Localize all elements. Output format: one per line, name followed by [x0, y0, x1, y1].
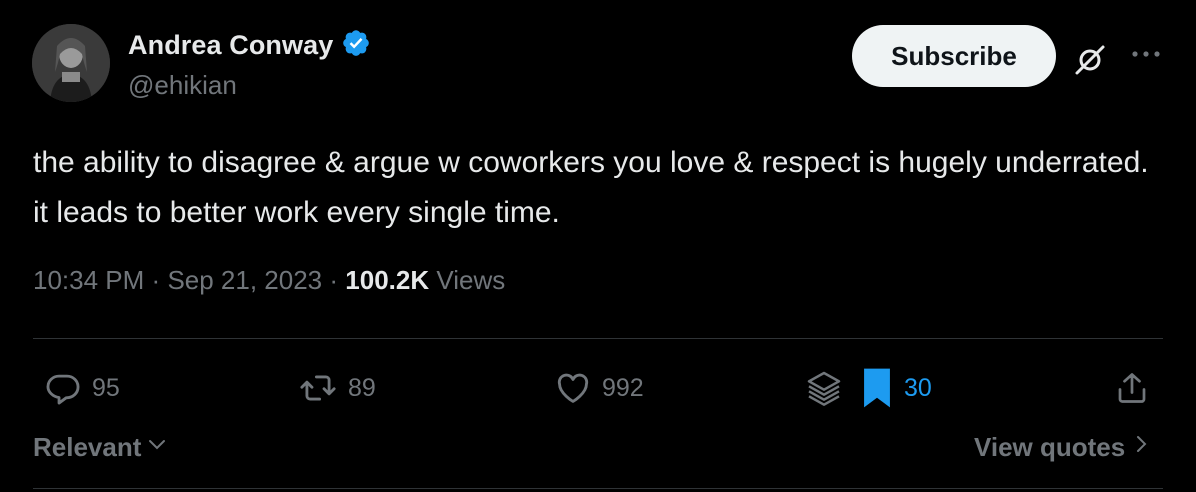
divider	[33, 338, 1163, 339]
chevron-right-icon	[1133, 432, 1151, 463]
author-handle[interactable]: @ehikian	[128, 70, 237, 101]
tweet-time[interactable]: 10:34 PM	[33, 265, 144, 296]
views-label: Views	[436, 265, 506, 295]
layers-icon	[804, 368, 844, 408]
more-icon[interactable]	[1128, 42, 1164, 66]
meta-separator-dot: ·	[151, 265, 161, 295]
view-quotes-label: View quotes	[974, 432, 1126, 462]
share-button[interactable]	[1114, 364, 1150, 412]
reply-button[interactable]: 95	[44, 364, 120, 412]
meta-separator	[338, 265, 345, 296]
repost-icon	[298, 369, 338, 407]
author-name[interactable]: Andrea Conway	[128, 30, 333, 61]
reply-count: 95	[92, 373, 120, 402]
tweet-meta: 10:34 PM · Sep 21, 2023 · 100.2K Views	[33, 265, 505, 296]
repost-count: 89	[348, 373, 376, 402]
meta-separator-dot-2: ·	[329, 265, 339, 295]
repost-button[interactable]: 89	[298, 364, 376, 412]
grok-icon[interactable]	[1070, 40, 1110, 80]
bookmark-button[interactable]: 30	[860, 364, 932, 412]
share-icon	[1114, 369, 1150, 407]
stack-button[interactable]	[804, 364, 844, 412]
subscribe-button[interactable]: Subscribe	[852, 25, 1056, 87]
tweet-text: the ability to disagree & argue w cowork…	[33, 146, 1149, 229]
avatar[interactable]	[32, 24, 110, 102]
verified-badge-icon[interactable]	[341, 28, 371, 63]
views-count: 100.2K	[345, 265, 430, 295]
like-button[interactable]: 992	[554, 364, 644, 412]
view-quotes-link[interactable]: View quotes	[974, 432, 1151, 463]
meta-separator	[144, 265, 151, 296]
bottom-divider	[33, 488, 1163, 489]
meta-separator	[322, 265, 329, 296]
bookmark-icon	[860, 367, 894, 409]
bookmark-count: 30	[904, 373, 932, 402]
tweet-date[interactable]: Sep 21, 2023	[167, 265, 322, 296]
sort-label: Relevant	[33, 432, 142, 462]
like-count: 992	[602, 373, 644, 402]
author-name-row[interactable]: Andrea Conway	[128, 28, 371, 63]
heart-icon	[554, 369, 592, 407]
meta-separator	[429, 265, 436, 296]
avatar-photo	[32, 24, 110, 102]
sort-dropdown[interactable]: Relevant	[33, 432, 169, 463]
chevron-down-icon	[145, 432, 169, 463]
meta-separator	[160, 265, 167, 296]
reply-icon	[44, 369, 82, 407]
